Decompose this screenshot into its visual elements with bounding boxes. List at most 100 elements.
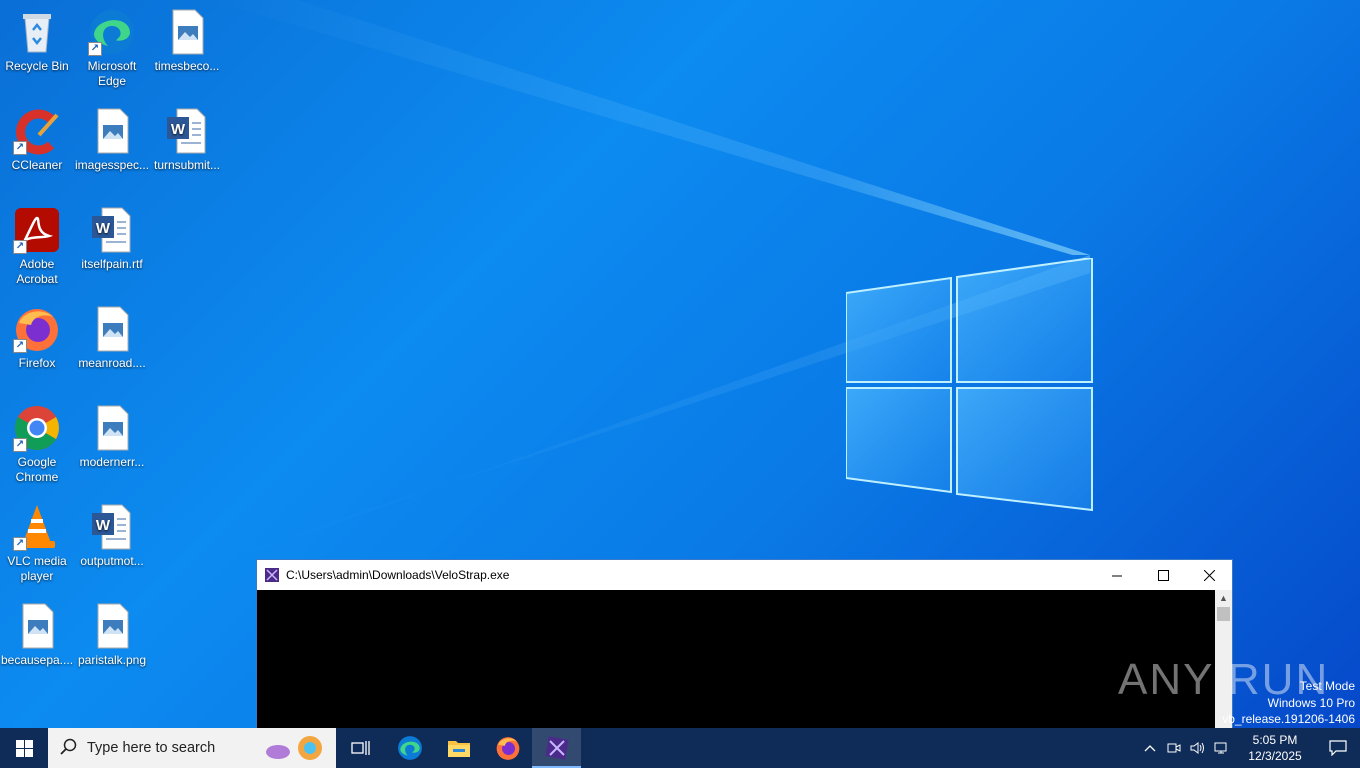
velostrap-app-icon: [544, 736, 569, 760]
search-placeholder: Type here to search: [87, 740, 216, 756]
desktop-icon-label: outputmot...: [80, 554, 144, 568]
camera-icon: [1167, 743, 1181, 753]
scrollbar-thumb[interactable]: [1217, 607, 1230, 621]
acrobat-icon: ↗: [13, 206, 61, 254]
shortcut-arrow-icon: ↗: [88, 42, 102, 56]
desktop-icon-modernerr[interactable]: modernerr...: [75, 404, 149, 470]
desktop-icon-label: Adobe Acrobat: [16, 257, 58, 286]
desktop-icon-adobe-acrobat[interactable]: ↗ Adobe Acrobat: [0, 206, 74, 287]
maximize-icon: [1157, 569, 1169, 581]
svg-text:W: W: [96, 517, 111, 534]
network-icon: [1214, 742, 1227, 754]
edge-icon: ↗: [88, 8, 136, 56]
desktop-icon-meanroad[interactable]: meanroad....: [75, 305, 149, 371]
close-icon: [1203, 569, 1215, 581]
task-view-icon: [350, 741, 370, 755]
chevron-up-icon: [1144, 745, 1156, 752]
network-button[interactable]: [1210, 728, 1234, 768]
word-doc-icon: W: [88, 206, 136, 254]
image-file-icon: [163, 8, 211, 56]
action-center-button[interactable]: [1316, 728, 1360, 768]
velostrap-app-icon: [264, 567, 280, 583]
clock-time: 5:05 PM: [1252, 733, 1298, 747]
desktop-icon-ccleaner[interactable]: ↗ CCleaner: [0, 107, 74, 173]
desktop-icon-label: modernerr...: [79, 455, 145, 469]
wallpaper-light-beam: [210, 0, 1090, 255]
desktop-icon-label: timesbeco...: [154, 59, 220, 73]
desktop-icon-label: Google Chrome: [15, 455, 59, 484]
taskbar: Type here to search 5:05 PM 12/3/2025: [0, 728, 1360, 768]
system-tray: 5:05 PM 12/3/2025: [1138, 728, 1360, 768]
console-titlebar[interactable]: C:\Users\admin\Downloads\VeloStrap.exe: [257, 560, 1232, 590]
svg-text:W: W: [96, 220, 111, 237]
speaker-icon: [1190, 742, 1204, 754]
desktop-icon-becausepa[interactable]: becausepa....: [0, 602, 74, 668]
meet-now-button[interactable]: [1162, 728, 1186, 768]
desktop-icon-google-chrome[interactable]: ↗ Google Chrome: [0, 404, 74, 485]
shortcut-arrow-icon: ↗: [13, 141, 27, 155]
windows-wallpaper-logo: [845, 256, 1094, 512]
search-highlight-icon: [264, 732, 328, 764]
desktop-icon-vlc[interactable]: ↗ VLC media player: [0, 503, 74, 584]
image-file-icon: [88, 107, 136, 155]
taskbar-firefox-button[interactable]: [483, 728, 532, 768]
recycle-bin-icon: [13, 8, 61, 56]
desktop-icon-label: itselfpain.rtf: [81, 257, 143, 271]
desktop-icon-imagesspec[interactable]: imagesspec...: [75, 107, 149, 173]
desktop-icon-label: CCleaner: [11, 158, 63, 172]
firefox-icon: ↗: [13, 305, 61, 353]
desktop-icon-label: Firefox: [18, 356, 56, 370]
task-view-button[interactable]: [336, 728, 385, 768]
file-explorer-icon: [447, 741, 470, 757]
edge-icon: [397, 736, 422, 760]
show-hidden-icons-button[interactable]: [1138, 728, 1162, 768]
desktop-icon-firefox[interactable]: ↗ Firefox: [0, 305, 74, 371]
windows-start-icon: [15, 739, 33, 757]
desktop-icon-recycle-bin[interactable]: Recycle Bin: [0, 8, 74, 74]
clock-date: 12/3/2025: [1248, 749, 1302, 763]
desktop-icon-label: meanroad....: [78, 356, 146, 370]
maximize-button[interactable]: [1140, 560, 1186, 590]
desktop-icon-timesbeco[interactable]: timesbeco...: [150, 8, 224, 74]
test-mode-notice: Test Mode Windows 10 Pro vb_release.1912…: [1222, 678, 1355, 728]
build-label: vb_release.191206-1406: [1222, 712, 1355, 726]
desktop-icon-turnsubmit[interactable]: W turnsubmit...: [150, 107, 224, 173]
word-doc-icon: W: [88, 503, 136, 551]
vlc-icon: ↗: [13, 503, 61, 551]
taskbar-clock[interactable]: 5:05 PM 12/3/2025: [1234, 732, 1316, 764]
desktop-icon-label: becausepa....: [0, 653, 74, 667]
ccleaner-icon: ↗: [13, 107, 61, 155]
taskbar-file-explorer-button[interactable]: [434, 728, 483, 768]
desktop-icon-label: paristalk.png: [77, 653, 147, 667]
image-file-icon: [88, 404, 136, 452]
desktop-icon-paristalk[interactable]: paristalk.png: [75, 602, 149, 668]
shortcut-arrow-icon: ↗: [13, 339, 27, 353]
taskbar-edge-button[interactable]: [385, 728, 434, 768]
close-button[interactable]: [1186, 560, 1232, 590]
taskbar-velostrap-button[interactable]: [532, 728, 581, 768]
search-icon: [60, 738, 77, 759]
console-window[interactable]: C:\Users\admin\Downloads\VeloStrap.exe ▲: [256, 559, 1233, 729]
start-button[interactable]: [0, 728, 48, 768]
notification-icon: [1329, 740, 1347, 756]
image-file-icon: [88, 602, 136, 650]
minimize-button[interactable]: [1094, 560, 1140, 590]
image-file-icon: [13, 602, 61, 650]
desktop-icon-itselfpain[interactable]: W itselfpain.rtf: [75, 206, 149, 272]
minimize-icon: [1111, 575, 1122, 576]
shortcut-arrow-icon: ↗: [13, 537, 27, 551]
console-title: C:\Users\admin\Downloads\VeloStrap.exe: [286, 568, 510, 582]
word-doc-icon: W: [163, 107, 211, 155]
desktop-icon-label: Recycle Bin: [5, 59, 69, 73]
windows-edition-label: Windows 10 Pro: [1267, 695, 1355, 710]
svg-text:W: W: [171, 121, 186, 138]
desktop-icon-microsoft-edge[interactable]: ↗ Microsoft Edge: [75, 8, 149, 89]
shortcut-arrow-icon: ↗: [13, 240, 27, 254]
volume-button[interactable]: [1186, 728, 1210, 768]
taskbar-search-box[interactable]: Type here to search: [48, 728, 336, 768]
scroll-up-icon[interactable]: ▲: [1215, 590, 1232, 607]
desktop-icon-label: VLC media player: [7, 554, 67, 583]
desktop-icon-outputmot[interactable]: W outputmot...: [75, 503, 149, 569]
chrome-icon: ↗: [13, 404, 61, 452]
shortcut-arrow-icon: ↗: [13, 438, 27, 452]
